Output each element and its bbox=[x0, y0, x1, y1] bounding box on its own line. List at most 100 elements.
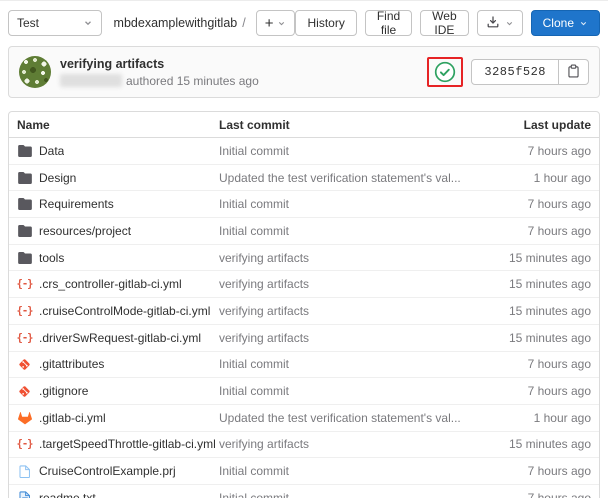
table-row[interactable]: {-} .driverSwRequest-gitlab-ci.yml verif… bbox=[9, 325, 599, 352]
table-row[interactable]: Design Updated the test verification sta… bbox=[9, 165, 599, 192]
last-commit-message-link[interactable]: Updated the test verification statement'… bbox=[219, 171, 461, 185]
file-name-cell: resources/project bbox=[17, 224, 219, 238]
chevron-down-icon bbox=[579, 19, 588, 28]
table-row[interactable]: {-} .cruiseControlMode-gitlab-ci.yml ver… bbox=[9, 298, 599, 325]
yaml-file-icon: {-} bbox=[17, 438, 32, 450]
last-update-time: 7 hours ago bbox=[461, 491, 591, 498]
table-row[interactable]: .gitlab-ci.yml Updated the test verifica… bbox=[9, 405, 599, 432]
last-commit-message-link[interactable]: Initial commit bbox=[219, 224, 461, 238]
history-button[interactable]: History bbox=[295, 10, 356, 36]
table-row[interactable]: {-} .crs_controller-gitlab-ci.yml verify… bbox=[9, 271, 599, 298]
yaml-file-icon: {-} bbox=[17, 305, 32, 317]
last-commit-message-link[interactable]: Initial commit bbox=[219, 384, 461, 398]
git-logo-icon bbox=[17, 358, 32, 371]
chevron-down-icon bbox=[83, 18, 93, 28]
last-commit-message-link[interactable]: verifying artifacts bbox=[219, 277, 461, 291]
yaml-file-icon: {-} bbox=[17, 332, 32, 344]
last-commit-message-link[interactable]: Initial commit bbox=[219, 464, 461, 478]
last-update-time: 7 hours ago bbox=[461, 464, 591, 478]
branch-selector[interactable]: Test bbox=[8, 10, 102, 36]
folder-icon bbox=[17, 225, 32, 237]
file-name-cell: tools bbox=[17, 251, 219, 265]
add-to-repo-button[interactable]: + bbox=[256, 10, 296, 36]
column-header-last-update: Last update bbox=[461, 118, 591, 132]
table-row[interactable]: .gitignore Initial commit 7 hours ago bbox=[9, 378, 599, 405]
last-update-time: 7 hours ago bbox=[461, 197, 591, 211]
file-name-cell: .gitattributes bbox=[17, 357, 219, 371]
commit-author-avatar[interactable] bbox=[19, 56, 51, 88]
last-update-time: 15 minutes ago bbox=[461, 251, 591, 265]
table-row[interactable]: tools verifying artifacts 15 minutes ago bbox=[9, 245, 599, 272]
file-name-link[interactable]: .gitlab-ci.yml bbox=[39, 411, 106, 425]
annotation-highlight-box bbox=[427, 57, 463, 87]
file-name-cell: Design bbox=[17, 171, 219, 185]
last-commit-message-link[interactable]: Initial commit bbox=[219, 357, 461, 371]
last-update-time: 7 hours ago bbox=[461, 357, 591, 371]
file-name-link[interactable]: .gitattributes bbox=[39, 357, 104, 371]
file-name-cell: Requirements bbox=[17, 197, 219, 211]
last-commit-message-link[interactable]: Initial commit bbox=[219, 491, 461, 498]
breadcrumb-project-link[interactable]: mbdexamplewithgitlab bbox=[114, 16, 238, 30]
file-name-link[interactable]: resources/project bbox=[39, 224, 131, 238]
copy-commit-sha-button[interactable] bbox=[559, 59, 589, 85]
commit-meta: 3285f528 bbox=[427, 57, 589, 87]
last-commit-message-link[interactable]: Updated the test verification statement'… bbox=[219, 411, 461, 425]
folder-icon bbox=[17, 198, 32, 210]
file-name-link[interactable]: Requirements bbox=[39, 197, 114, 211]
file-name-link[interactable]: readme.txt bbox=[39, 491, 96, 498]
table-row[interactable]: Requirements Initial commit 7 hours ago bbox=[9, 191, 599, 218]
toolbar-actions: History Find file Web IDE Clone bbox=[295, 10, 600, 36]
file-name-link[interactable]: tools bbox=[39, 251, 64, 265]
last-commit-message-link[interactable]: verifying artifacts bbox=[219, 304, 461, 318]
commit-title-link[interactable]: verifying artifacts bbox=[60, 57, 259, 71]
last-update-time: 15 minutes ago bbox=[461, 304, 591, 318]
breadcrumb-separator: / bbox=[242, 16, 245, 30]
file-name-cell: .gitlab-ci.yml bbox=[17, 411, 219, 425]
last-update-time: 7 hours ago bbox=[461, 224, 591, 238]
last-commit-message-link[interactable]: verifying artifacts bbox=[219, 331, 461, 345]
last-commit-message-link[interactable]: Initial commit bbox=[219, 144, 461, 158]
branch-selector-value: Test bbox=[17, 16, 39, 30]
file-name-link[interactable]: Design bbox=[39, 171, 76, 185]
file-name-link[interactable]: .crs_controller-gitlab-ci.yml bbox=[39, 277, 182, 291]
table-row[interactable]: {-} .targetSpeedThrottle-gitlab-ci.yml v… bbox=[9, 432, 599, 459]
file-name-cell: Data bbox=[17, 144, 219, 158]
commit-sha-group: 3285f528 bbox=[471, 59, 589, 85]
table-row[interactable]: CruiseControlExample.prj Initial commit … bbox=[9, 458, 599, 485]
download-source-button[interactable] bbox=[477, 10, 523, 36]
pipeline-passed-check-icon[interactable] bbox=[434, 61, 456, 83]
column-header-name: Name bbox=[17, 118, 219, 132]
last-update-time: 15 minutes ago bbox=[461, 437, 591, 451]
last-commit-message-link[interactable]: Initial commit bbox=[219, 197, 461, 211]
table-row[interactable]: readme.txt Initial commit 7 hours ago bbox=[9, 485, 599, 498]
file-name-link[interactable]: .gitignore bbox=[39, 384, 88, 398]
last-update-time: 7 hours ago bbox=[461, 144, 591, 158]
file-name-link[interactable]: CruiseControlExample.prj bbox=[39, 464, 176, 478]
repo-toolbar: Test mbdexamplewithgitlab / + History Fi… bbox=[0, 1, 608, 46]
clone-button-label: Clone bbox=[543, 16, 574, 30]
chevron-down-icon bbox=[277, 19, 286, 28]
chevron-down-icon bbox=[505, 19, 514, 28]
folder-icon bbox=[17, 145, 32, 157]
commit-author-redacted bbox=[60, 74, 122, 87]
gitlab-tanuki-icon bbox=[17, 411, 32, 425]
table-row[interactable]: Data Initial commit 7 hours ago bbox=[9, 138, 599, 165]
file-tree-table: Name Last commit Last update Data Initia… bbox=[8, 111, 600, 498]
web-ide-button[interactable]: Web IDE bbox=[420, 10, 468, 36]
table-row[interactable]: resources/project Initial commit 7 hours… bbox=[9, 218, 599, 245]
file-name-link[interactable]: .driverSwRequest-gitlab-ci.yml bbox=[39, 331, 201, 345]
file-table-header: Name Last commit Last update bbox=[9, 112, 599, 138]
file-name-link[interactable]: .cruiseControlMode-gitlab-ci.yml bbox=[39, 304, 210, 318]
commit-info: verifying artifacts authored 15 minutes … bbox=[60, 57, 259, 88]
file-table-body: Data Initial commit 7 hours ago Design U… bbox=[9, 138, 599, 498]
last-commit-message-link[interactable]: verifying artifacts bbox=[219, 251, 461, 265]
clone-button[interactable]: Clone bbox=[531, 10, 600, 36]
file-name-link[interactable]: .targetSpeedThrottle-gitlab-ci.yml bbox=[39, 437, 216, 451]
file-name-link[interactable]: Data bbox=[39, 144, 64, 158]
table-row[interactable]: .gitattributes Initial commit 7 hours ag… bbox=[9, 352, 599, 379]
last-update-time: 1 hour ago bbox=[461, 411, 591, 425]
last-update-time: 15 minutes ago bbox=[461, 277, 591, 291]
file-name-cell: CruiseControlExample.prj bbox=[17, 464, 219, 478]
find-file-button[interactable]: Find file bbox=[365, 10, 412, 36]
last-commit-message-link[interactable]: verifying artifacts bbox=[219, 437, 461, 451]
